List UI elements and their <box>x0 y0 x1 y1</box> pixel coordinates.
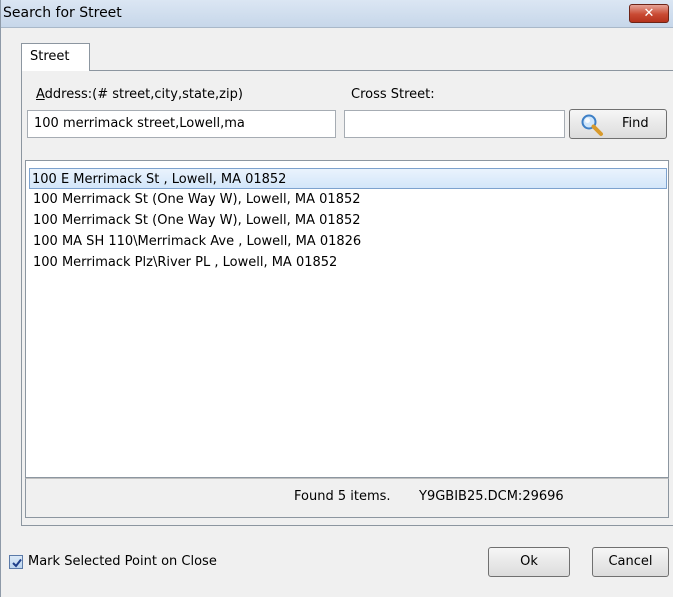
address-label-text: ddress:(# street,city,state,zip) <box>44 87 243 102</box>
list-item[interactable]: 100 MA SH 110\Merrimack Ave , Lowell, MA… <box>31 231 363 252</box>
cross-street-input[interactable] <box>344 110 565 138</box>
list-item[interactable]: 100 Merrimack St (One Way W), Lowell, MA… <box>31 210 363 231</box>
cross-street-label: Cross Street: <box>351 87 435 102</box>
find-button[interactable]: Find <box>569 109 667 139</box>
find-button-label: Find <box>622 116 649 131</box>
status-file-ref: Y9GBIB25.DCM:29696 <box>419 489 564 504</box>
search-street-dialog: Search for Street ✕ Street Address:(# st… <box>0 0 673 597</box>
close-button[interactable]: ✕ <box>629 4 669 23</box>
cancel-button[interactable]: Cancel <box>592 547 669 577</box>
list-item[interactable]: 100 Merrimack Plz\River PL , Lowell, MA … <box>31 252 339 273</box>
title-bar[interactable]: Search for Street ✕ <box>1 0 673 28</box>
close-icon: ✕ <box>643 6 655 21</box>
magnifier-icon <box>581 114 603 136</box>
tab-street[interactable]: Street <box>21 43 90 71</box>
checkmark-icon <box>12 558 22 568</box>
tab-street-label: Street <box>30 49 70 64</box>
list-item[interactable]: 100 E Merrimack St , Lowell, MA 01852 <box>29 168 667 189</box>
mark-selected-label: Mark Selected Point on Close <box>28 554 217 569</box>
address-input[interactable]: 100 merrimack street,Lowell,ma <box>27 110 336 138</box>
window-title: Search for Street <box>3 5 122 21</box>
mark-selected-checkbox[interactable] <box>9 555 23 569</box>
status-found-count: Found 5 items. <box>294 489 391 504</box>
address-label-mnemonic: A <box>36 87 45 102</box>
ok-button[interactable]: Ok <box>488 547 570 577</box>
list-item[interactable]: 100 Merrimack St (One Way W), Lowell, MA… <box>31 189 363 210</box>
status-bar: Found 5 items. Y9GBIB25.DCM:29696 <box>25 478 669 518</box>
results-list[interactable]: 100 E Merrimack St , Lowell, MA 01852 10… <box>25 160 669 478</box>
address-label: Address:(# street,city,state,zip) <box>36 87 243 102</box>
